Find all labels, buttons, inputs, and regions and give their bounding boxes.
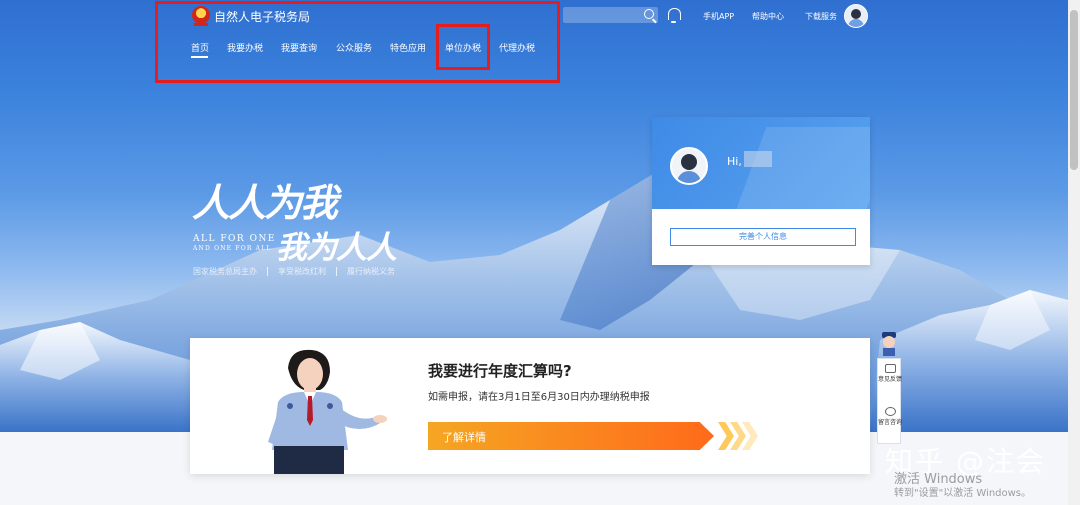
slogan-en-line-1: ALL FOR ONE [193, 234, 276, 244]
windows-activation-subtitle: 转到"设置"以激活 Windows。 [894, 488, 1032, 499]
user-card-avatar[interactable] [670, 147, 708, 185]
search-icon[interactable] [644, 9, 654, 19]
banner-decoration [733, 127, 870, 209]
promo-description: 如需申报，请在3月1日至6月30日内办理纳税申报 [428, 392, 650, 403]
download-service-link[interactable]: 下载服务 [805, 11, 837, 22]
bell-icon[interactable] [668, 8, 681, 23]
redacted-username [744, 151, 772, 167]
slogan-tag: 国家税务总局主办 [193, 267, 257, 276]
user-card-banner: Hi, [652, 117, 870, 209]
side-panel-body: 意见反馈 留言咨询 [877, 358, 902, 444]
headset-icon[interactable] [885, 407, 896, 416]
annotation-box-header [155, 1, 560, 83]
slogan-en-line-2: AND ONE FOR ALL [193, 245, 272, 252]
page-scrollbar[interactable] [1068, 0, 1080, 505]
learn-more-button[interactable]: 了解详情 [428, 422, 714, 450]
scrollbar-thumb[interactable] [1070, 10, 1078, 170]
user-card: Hi, 完善个人信息 [652, 117, 870, 265]
user-avatar[interactable] [844, 4, 868, 28]
slogan-tag: 履行纳税义务 [347, 267, 395, 276]
floating-service-panel: 意见反馈 留言咨询 [877, 330, 902, 444]
slogan-line-1: 人人为我 [192, 180, 338, 225]
mascot-icon [882, 332, 896, 356]
user-greeting: Hi, [727, 155, 742, 168]
feedback-icon[interactable] [885, 364, 896, 373]
slogan-tags: 国家税务总局主办 享受税改红利 履行纳税义务 [193, 266, 395, 277]
mobile-app-link[interactable]: 手机APP [703, 11, 734, 22]
slogan-tag: 享受税改红利 [278, 267, 326, 276]
tax-officer-illustration [268, 349, 387, 474]
promo-title: 我要进行年度汇算吗? [428, 362, 572, 380]
message-label[interactable]: 留言咨询 [878, 419, 902, 427]
annotation-box-unit-tax [436, 24, 490, 70]
tag-divider [267, 267, 268, 276]
search-input[interactable] [563, 7, 658, 23]
help-center-link[interactable]: 帮助中心 [752, 11, 784, 22]
learn-more-label: 了解详情 [442, 431, 486, 444]
complete-profile-button[interactable]: 完善个人信息 [670, 228, 856, 246]
slogan-line-2: 我为人人 [276, 230, 397, 266]
feedback-label[interactable]: 意见反馈 [878, 376, 902, 384]
tag-divider [336, 267, 337, 276]
chevron-right-icon [718, 422, 734, 450]
annual-settlement-banner: 我要进行年度汇算吗? 如需申报，请在3月1日至6月30日内办理纳税申报 了解详情 [190, 338, 870, 474]
